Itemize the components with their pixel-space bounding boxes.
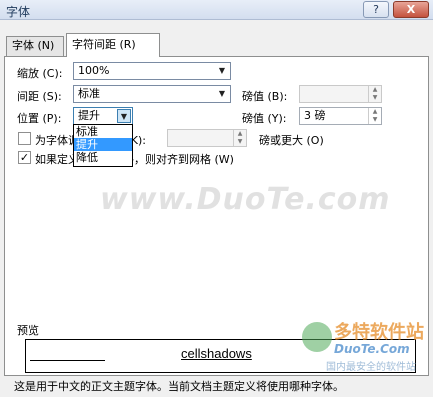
position-label: 位置 (P):	[17, 112, 62, 125]
dropdown-option-lowered[interactable]: 降低	[74, 151, 132, 164]
chevron-down-icon[interactable]: ▼	[215, 87, 229, 101]
title-bar: 字体 ? X	[0, 0, 433, 20]
badge-site: DuoTe.Com	[334, 342, 410, 356]
close-button[interactable]: X	[393, 1, 429, 18]
spacing-pt-label: 磅值 (B):	[242, 90, 288, 103]
position-pt-spinner[interactable]: 3 磅 ▲ ▼	[299, 107, 382, 125]
badge-logo-icon	[302, 322, 332, 352]
footer-description: 这是用于中文的正文主题字体。当前文档主题定义将使用哪种字体。	[14, 380, 344, 393]
position-value: 提升	[78, 109, 100, 122]
spinner-buttons[interactable]: ▲ ▼	[368, 86, 381, 102]
chevron-down-icon[interactable]: ▼	[117, 109, 131, 123]
spin-up-icon[interactable]: ▲	[369, 108, 381, 116]
kerning-suffix: 磅或更大 (O)	[259, 134, 324, 147]
kerning-pt-spinner[interactable]: ▲ ▼	[167, 129, 247, 147]
position-pt-value: 3 磅	[304, 109, 326, 122]
scale-label: 缩放 (C):	[17, 67, 63, 80]
window-title: 字体	[6, 5, 31, 19]
grid-checkbox[interactable]: ✓	[18, 151, 31, 164]
grid-label: 如果定义了文档网格，则对齐到网格 (W)	[35, 153, 234, 166]
spinner-buttons[interactable]: ▲ ▼	[368, 108, 381, 124]
spin-down-icon[interactable]: ▼	[234, 138, 246, 146]
spacing-value: 标准	[78, 87, 100, 100]
position-pt-label: 磅值 (Y):	[242, 112, 287, 125]
kerning-checkbox[interactable]	[18, 132, 31, 145]
scale-combo[interactable]: 100% ▼	[73, 62, 231, 80]
preview-label: 预览	[17, 324, 39, 337]
watermark-badge: 多特软件站 DuoTe.Com 国内最安全的软件站	[300, 318, 428, 374]
tab-character-spacing[interactable]: 字符间距 (R)	[66, 33, 160, 57]
preview-sample: cellshadows	[181, 346, 252, 361]
tab-font[interactable]: 字体 (N)	[6, 36, 64, 56]
dropdown-option-standard[interactable]: 标准	[74, 125, 132, 138]
spin-up-icon[interactable]: ▲	[369, 86, 381, 94]
spinner-buttons[interactable]: ▲ ▼	[233, 130, 246, 146]
help-button[interactable]: ?	[363, 1, 389, 18]
preview-baseline	[30, 360, 105, 361]
chevron-down-icon[interactable]: ▼	[215, 64, 229, 78]
spacing-label: 间距 (S):	[17, 90, 62, 103]
badge-subtitle: 国内最安全的软件站	[326, 362, 416, 373]
spin-down-icon[interactable]: ▼	[369, 94, 381, 102]
position-dropdown-list: 标准 提升 降低	[73, 124, 133, 167]
spacing-combo[interactable]: 标准 ▼	[73, 85, 231, 103]
spin-up-icon[interactable]: ▲	[234, 130, 246, 138]
dropdown-option-raised[interactable]: 提升	[74, 138, 132, 151]
spin-down-icon[interactable]: ▼	[369, 116, 381, 124]
spacing-pt-spinner[interactable]: ▲ ▼	[299, 85, 382, 103]
scale-value: 100%	[78, 64, 110, 77]
badge-title: 多特软件站	[334, 322, 424, 343]
watermark-text: www.DuoTe.com	[100, 182, 391, 217]
position-combo[interactable]: 提升 ▼	[73, 107, 133, 125]
